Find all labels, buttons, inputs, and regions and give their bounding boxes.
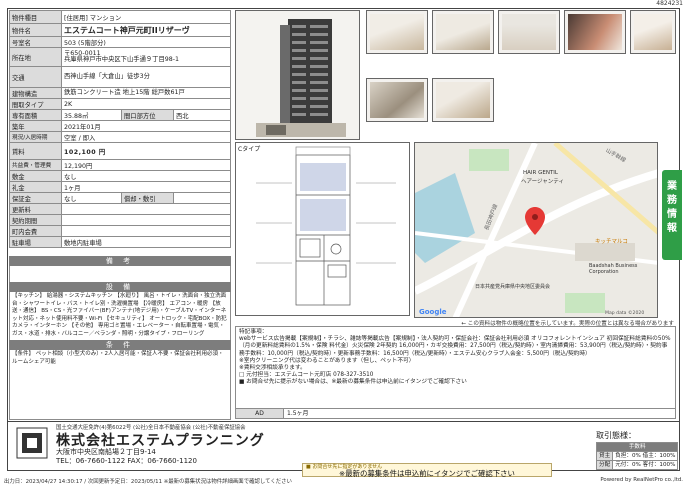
tab-char-3: 情 [667,209,677,220]
value-parking: 敷地内駐車場 [61,236,231,248]
trade-row-1-key: 貸主 [595,451,614,461]
value-layout: 2K [61,98,231,110]
google-logo: Google [419,308,447,316]
main-photo[interactable] [235,10,360,140]
value-name: エステムコート神戸元町IIリザーヴ [61,23,231,37]
photo-thumb-5[interactable] [630,10,676,54]
value-keymoney: 1ヶ月 [61,181,231,193]
building-exterior-image [236,11,359,139]
label-structure: 建物構造 [9,87,62,99]
floor-plan-drawing [256,146,396,306]
business-info-tab[interactable]: 業 務 情 報 [662,170,682,260]
label-term: 契約期間 [9,214,62,226]
photo-thumb-2[interactable] [432,10,494,54]
print-info: 出力日：2023/04/27 14:30:17 / 次回更新予定日：2023/0… [4,479,292,485]
map-label-hair: HAIR GENTIL [523,170,558,176]
value-access: 西神山手線「大倉山」徒歩3分 [61,66,231,88]
map-attribution: Map data ©2020 [605,311,645,316]
value-area: 35.88㎡ [61,109,122,121]
label-keymoney: 礼金 [9,181,62,193]
setsubi-header: 設 備 [9,282,231,292]
value-direction: 西北 [173,109,231,121]
spec-table: 物件種目 [住居用] マンション 物件名 エステムコート神戸元町IIリザーヴ 号室名… [9,10,231,248]
contact-banner: ■ お問合せ先に指定がありません ※最新の募集条件は申込前にイタンジでご確認下さ… [302,463,552,477]
label-amortize: 償却・敷引 [121,192,174,204]
document-id: 4824231 [656,0,683,7]
map-label-kitchen: キッチマルコ [595,239,628,245]
trade-row-2-value: 元付：0% 客付：100% [612,460,679,470]
floor-plan[interactable]: Cタイプ [235,142,410,316]
remarks-line-2: ※室内クリーニング代は変わることがあります（但し、ペット不可） [239,357,415,364]
label-community: 町内会費 [9,225,62,237]
value-amortize [173,192,231,204]
trade-header: 手数料 [595,442,679,452]
setsubi-body: 【キッチン】 給湯器・システムキッチン 【水廻り】 風呂・トイレ・洗面台・独立洗… [9,292,231,340]
value-rent: 102,100 円 [61,142,231,160]
tab-char-1: 業 [667,181,677,192]
ad-row: AD 1.5ヶ月 [235,408,676,419]
value-deposit: なし [61,170,231,182]
label-renewal: 更新料 [9,203,62,215]
value-room: 503 (5階部分) [61,36,231,48]
label-access: 交通 [9,66,62,88]
label-area: 専有面積 [9,109,62,121]
photo-thumb-3[interactable] [498,10,560,54]
trade-terms: 取引態様： 手数料 貸主 負担：0% 借主：100% 分配 元付：0% 客付：100… [595,430,679,470]
value-built: 2021年01月 [61,120,231,132]
trade-row-2-key: 分配 [595,460,614,470]
company-phone: TEL：06-7660-1122 FAX：06-7660-1120 [56,457,197,465]
print-footer: 出力日：2023/04/27 14:30:17 / 次回更新予定日：2023/0… [4,477,683,485]
value-structure: 鉄筋コンクリート造 地上15階 総戸数61戸 [61,87,231,99]
photo-thumb-6[interactable] [366,78,428,122]
label-name: 物件名 [9,23,62,37]
value-community [61,225,231,237]
map-label-baadshah: Baadshah Business Corporation [589,263,638,275]
label-deposit: 敷金 [9,170,62,182]
biko-header: 備 考 [9,256,231,266]
photo-thumb-4[interactable] [564,10,626,54]
tab-char-4: 報 [667,223,677,234]
value-renewal [61,203,231,215]
map-label-party: 日本共産党兵庫県中央地区委員会 [475,284,551,290]
company-logo-icon [16,427,48,459]
label-room: 号室名 [9,36,62,48]
ad-value: 1.5ヶ月 [287,410,309,417]
trade-row-1-value: 負担：0% 借主：100% [612,451,679,461]
value-kind: [住居用] マンション [61,10,231,24]
banner-main-text: ※最新の募集条件は申込前にイタンジでご確認下さい [339,469,515,478]
label-rent: 賃料 [9,142,62,160]
tab-char-2: 務 [667,195,677,206]
trade-title: 取引態様： [596,431,636,440]
label-guarantee: 保証金 [9,192,62,204]
joken-body: 【条件】 ペット相談（小型犬のみ）・2人入居可能・保証人不要・保証会社利用必須・… [9,350,231,420]
label-kind: 物件種目 [9,10,62,24]
label-direction: 間口部方位 [121,109,174,121]
joken-header: 条 件 [9,340,231,350]
label-address: 所在地 [9,47,62,67]
label-fee: 共益費・管理費 [9,159,62,171]
location-map[interactable]: HAIR GENTIL ヘアージャンティ キッチマルコ Baadshah Bus… [414,142,658,318]
value-guarantee: なし [61,192,122,204]
remarks-line-1: webサービス広告掲載【案規制】・チラシ、雑誌等掲載広告【案規制】・法人契約可・… [239,336,671,357]
photo-thumb-7[interactable] [432,78,494,122]
value-fee: 12,190円 [61,159,231,171]
value-term [61,214,231,226]
photo-thumb-1[interactable] [366,10,428,54]
powered-by: Powered by RealNetPro co.,ltd. [600,477,683,483]
remarks-box: 特記事項： webサービス広告掲載【案規制】・チラシ、雑誌等掲載広告【案規制】・… [235,326,676,419]
label-status: 現況/入居時期 [9,131,62,143]
remarks-line-5: ■ お問合せ先に提示がない場合は、※最新の募集条件は申込前にイタンジでご確認下さ… [239,379,467,386]
value-status: 空室 / 即入 [61,131,231,143]
label-parking: 駐車場 [9,236,62,248]
ad-label: AD [236,409,284,418]
label-layout: 間取タイプ [9,98,62,110]
value-address: 〒650-0011 兵庫県神戸市中央区下山手通９丁目98-1 [61,47,231,67]
map-label-hair-kana: ヘアージャンティ [521,179,564,185]
label-built: 築年 [9,120,62,132]
